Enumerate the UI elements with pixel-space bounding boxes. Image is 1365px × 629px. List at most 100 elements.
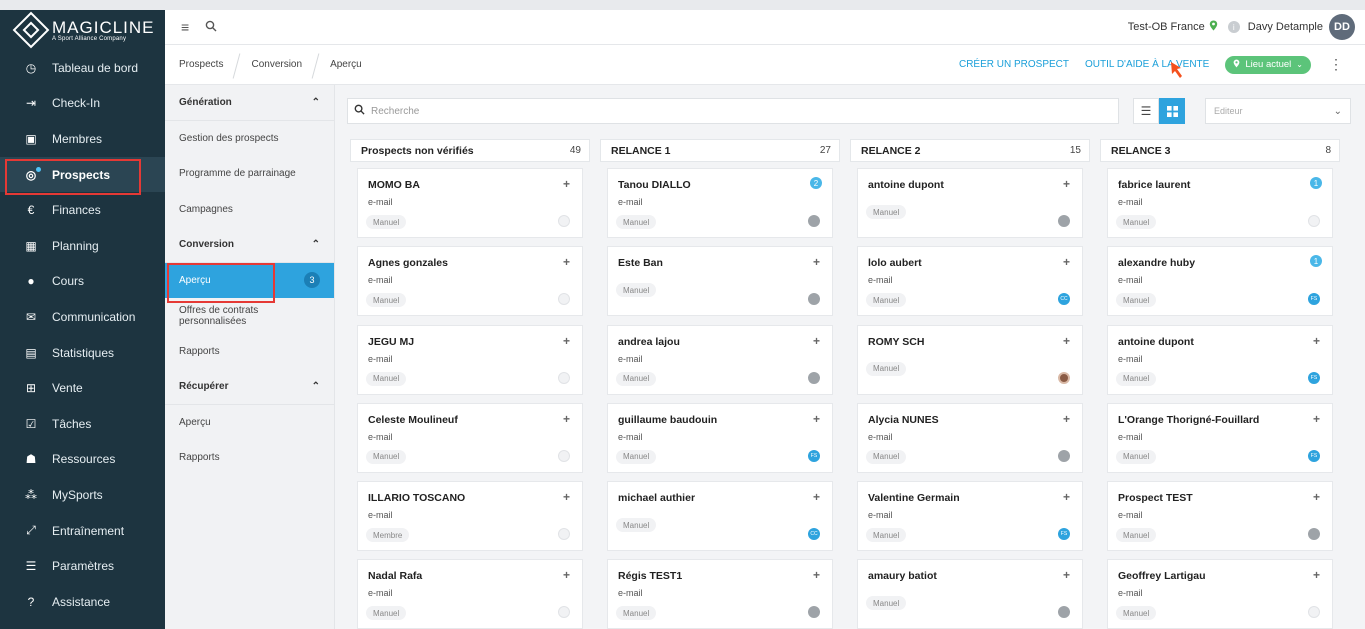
submenu-item[interactable]: Gestion des prospects [165, 121, 334, 157]
prospect-card[interactable]: michael authier Manuel + CC [607, 481, 833, 552]
assignee-status-icon[interactable]: CC [1058, 293, 1070, 306]
info-icon[interactable]: i [1227, 21, 1240, 33]
prospect-card[interactable]: ROMY SCH Manuel + [857, 324, 1083, 395]
sidebar-item-membres[interactable]: ▣ Membres [0, 121, 165, 157]
submenu-section-header[interactable]: Récupérer ⌃ [165, 369, 334, 405]
brand-logo[interactable]: MAGICLINE A Sport Alliance Company [0, 10, 165, 50]
add-action-icon[interactable]: + [1313, 334, 1320, 348]
submenu-item[interactable]: Aperçu 3 [165, 262, 334, 302]
assignee-status-icon[interactable]: CC [808, 528, 820, 541]
prospect-card[interactable]: Alycia NUNES e-mail Manuel + [857, 402, 1083, 473]
assignee-status-icon[interactable] [1058, 606, 1070, 619]
prospect-card[interactable]: lolo aubert e-mail Manuel + CC [857, 246, 1083, 317]
submenu-item[interactable]: Rapports [165, 334, 334, 370]
add-action-icon[interactable]: + [563, 490, 570, 504]
studio-name[interactable]: Test-OB France [1128, 21, 1205, 33]
add-action-icon[interactable]: + [563, 255, 570, 269]
assignee-status-icon[interactable]: FS [1058, 528, 1070, 541]
prospect-card[interactable]: Régis TEST1 e-mail Manuel + [607, 559, 833, 629]
assignee-status-icon[interactable] [558, 293, 570, 306]
add-action-icon[interactable]: + [1313, 568, 1320, 582]
add-action-icon[interactable]: + [813, 334, 820, 348]
prospect-card[interactable]: Prospect TEST e-mail Manuel + [1107, 481, 1333, 552]
prospect-card[interactable]: MOMO BA e-mail Manuel + [357, 168, 583, 238]
list-view-icon[interactable]: ☰ [1133, 98, 1159, 124]
prospect-card[interactable]: JEGU MJ e-mail Manuel + [357, 324, 583, 395]
sidebar-item-tableau-de-bord[interactable]: ◷ Tableau de bord [0, 50, 165, 86]
prospect-card[interactable]: ILLARIO TOSCANO e-mail Membre + [357, 481, 583, 552]
submenu-item[interactable]: Offres de contrats personnalisées [165, 298, 334, 334]
add-action-icon[interactable]: + [563, 568, 570, 582]
assignee-status-icon[interactable] [558, 528, 570, 541]
add-action-icon[interactable]: + [563, 334, 570, 348]
prospect-card[interactable]: Este Ban Manuel + [607, 246, 833, 317]
prospect-card[interactable]: antoine dupont Manuel + [857, 168, 1083, 238]
prospect-card[interactable]: Nadal Rafa e-mail Manuel + [357, 559, 583, 629]
prospect-card[interactable]: amaury batiot Manuel + [857, 559, 1083, 629]
submenu-section-header[interactable]: Génération ⌃ [165, 85, 334, 121]
sidebar-item-assistance[interactable]: ? Assistance [0, 584, 165, 620]
add-action-icon[interactable]: + [1063, 255, 1070, 269]
hamburger-menu-icon[interactable]: ≡ [181, 19, 189, 35]
sidebar-item-t-ches[interactable]: ☑ Tâches [0, 406, 165, 442]
prospect-card[interactable]: antoine dupont e-mail Manuel + FS [1107, 324, 1333, 395]
grid-view-icon[interactable] [1159, 98, 1185, 124]
assignee-status-icon[interactable]: FS [1308, 371, 1320, 384]
assignee-status-icon[interactable] [808, 606, 820, 619]
prospect-card[interactable]: guillaume baudouin e-mail Manuel + FS [607, 402, 833, 473]
prospect-card[interactable]: Valentine Germain e-mail Manuel + FS [857, 481, 1083, 552]
add-action-icon[interactable]: + [813, 568, 820, 582]
assignee-status-icon[interactable]: FS [808, 449, 820, 462]
sidebar-item-param-tres[interactable]: ☰ Paramètres [0, 548, 165, 584]
prospect-card[interactable]: Agnes gonzales e-mail Manuel + [357, 246, 583, 317]
assignee-status-icon[interactable]: FS [1308, 293, 1320, 306]
add-action-icon[interactable]: + [1063, 412, 1070, 426]
add-action-icon[interactable]: + [1313, 412, 1320, 426]
add-action-icon[interactable]: + [1313, 490, 1320, 504]
search-icon[interactable] [205, 20, 217, 35]
breadcrumb-item[interactable]: Conversion [237, 45, 316, 85]
submenu-item[interactable]: Rapports [165, 440, 334, 476]
sidebar-item-planning[interactable]: ▦ Planning [0, 228, 165, 264]
submenu-section-header[interactable]: Conversion ⌃ [165, 227, 334, 263]
prospect-card[interactable]: L'Orange Thorigné-Fouillard e-mail Manuel +… [1107, 402, 1333, 473]
prospect-card[interactable]: fabrice laurent e-mail Manuel 1 [1107, 168, 1333, 238]
submenu-item[interactable]: Programme de parrainage [165, 156, 334, 192]
submenu-item[interactable]: Aperçu [165, 405, 334, 441]
assignee-status-icon[interactable]: FS [1308, 449, 1320, 462]
editor-select[interactable]: Editeur ⌄ [1205, 98, 1351, 124]
add-action-icon[interactable]: + [1063, 177, 1070, 191]
sidebar-item-prospects[interactable]: ◎ Prospects [0, 156, 165, 195]
assignee-status-icon[interactable] [1308, 528, 1320, 541]
search-input[interactable] [371, 105, 1071, 117]
submenu-item[interactable]: Campagnes [165, 192, 334, 228]
sales-tool-link[interactable]: OUTIL D'AIDE À LA VENTE [1085, 59, 1209, 70]
sidebar-item-entra-nement[interactable]: ⤢ Entraînement [0, 513, 165, 549]
sidebar-item-finances[interactable]: € Finances [0, 192, 165, 228]
assignee-status-icon[interactable] [808, 215, 820, 227]
assignee-status-icon[interactable] [558, 449, 570, 462]
prospect-card[interactable]: andrea lajou e-mail Manuel + [607, 324, 833, 395]
assignee-status-icon[interactable] [558, 371, 570, 384]
add-action-icon[interactable]: + [1063, 334, 1070, 348]
assignee-status-icon[interactable] [1058, 215, 1070, 227]
assignee-status-icon[interactable] [1308, 606, 1320, 619]
current-location-button[interactable]: Lieu actuel ⌄ [1225, 55, 1311, 74]
add-action-icon[interactable]: + [813, 255, 820, 269]
prospect-card[interactable]: Celeste Moulineuf e-mail Manuel + [357, 402, 583, 473]
add-action-icon[interactable]: + [563, 177, 570, 191]
assignee-status-icon[interactable] [558, 215, 570, 227]
create-prospect-link[interactable]: CRÉER UN PROSPECT [959, 59, 1069, 70]
add-action-icon[interactable]: + [813, 490, 820, 504]
sidebar-item-cours[interactable]: ● Cours [0, 264, 165, 300]
sidebar-item-communication[interactable]: ✉ Communication [0, 299, 165, 335]
assignee-status-icon[interactable] [808, 371, 820, 384]
prospect-card[interactable]: Tanou DIALLO e-mail Manuel 2 [607, 168, 833, 238]
assignee-status-icon[interactable] [1308, 215, 1320, 227]
sidebar-item-statistiques[interactable]: ▤ Statistiques [0, 335, 165, 371]
prospect-card[interactable]: Geoffrey Lartigau e-mail Manuel + [1107, 559, 1333, 629]
user-name[interactable]: Davy Detample [1248, 21, 1323, 33]
sidebar-item-ressources[interactable]: ☗ Ressources [0, 442, 165, 478]
sidebar-item-vente[interactable]: ⊞ Vente [0, 370, 165, 406]
add-action-icon[interactable]: + [1063, 568, 1070, 582]
